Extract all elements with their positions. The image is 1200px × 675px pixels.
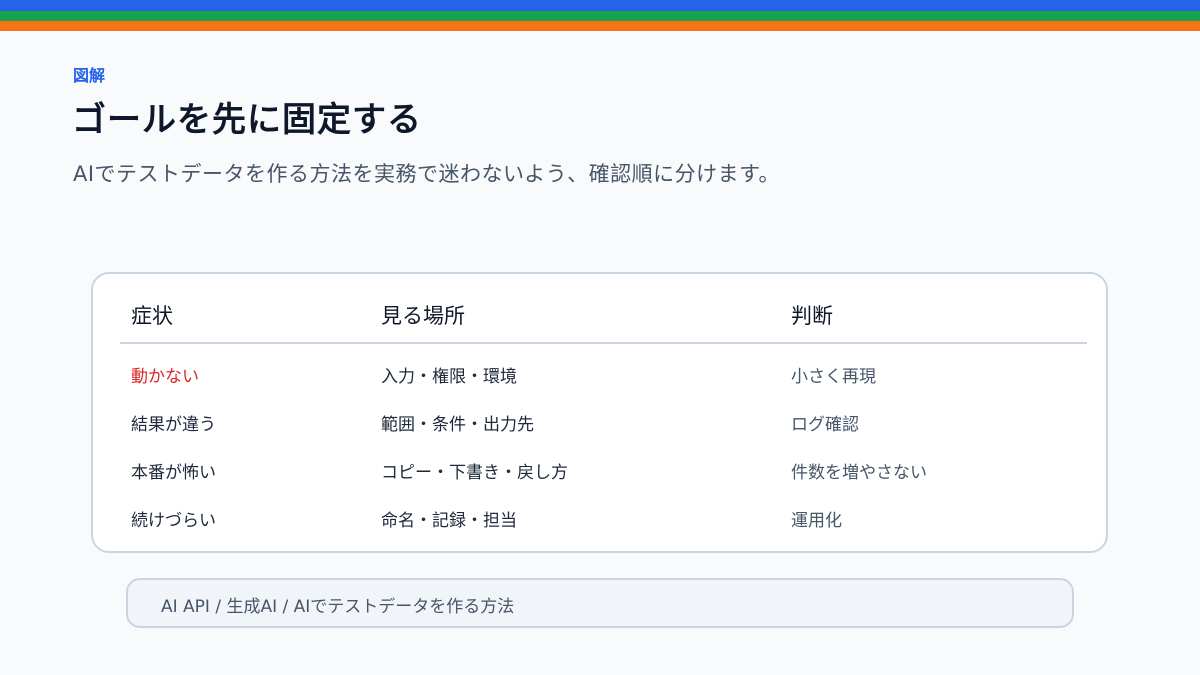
column-header-symptom: 症状 [131,304,173,328]
table-cell-symptom: 結果が違う [131,415,216,435]
table-cell-where: 入力・権限・環境 [381,367,517,387]
table-cell-judgment: 小さく再現 [791,367,876,387]
top-stripe-blue [0,0,1200,11]
column-header-where-to-look: 見る場所 [381,304,465,328]
page-subtitle: AIでテストデータを作る方法を実務で迷わないよう、確認順に分けます。 [73,162,781,186]
column-header-judgment: 判断 [791,304,833,328]
table-cell-where: 命名・記録・担当 [381,511,517,531]
breadcrumb: AI API / 生成AI / AIでテストデータを作る方法 [126,578,1074,628]
table-cell-symptom: 本番が怖い [131,463,216,483]
table-cell-where: コピー・下書き・戻し方 [381,463,568,483]
top-stripe-green [0,11,1200,21]
eyebrow-label: 図解 [73,66,106,85]
table-cell-judgment: 件数を増やさない [791,463,927,483]
header-divider [120,342,1087,344]
table-cell-symptom: 続けづらい [131,511,216,531]
table-cell-judgment: ログ確認 [791,415,859,435]
top-stripe-orange [0,21,1200,31]
page-title: ゴールを先に固定する [72,100,422,140]
table-cell-where: 範囲・条件・出力先 [381,415,534,435]
breadcrumb-text: AI API / 生成AI / AIでテストデータを作る方法 [161,597,515,617]
table-cell-symptom: 動かない [131,367,199,387]
table-cell-judgment: 運用化 [791,511,842,531]
table-card [91,272,1108,553]
